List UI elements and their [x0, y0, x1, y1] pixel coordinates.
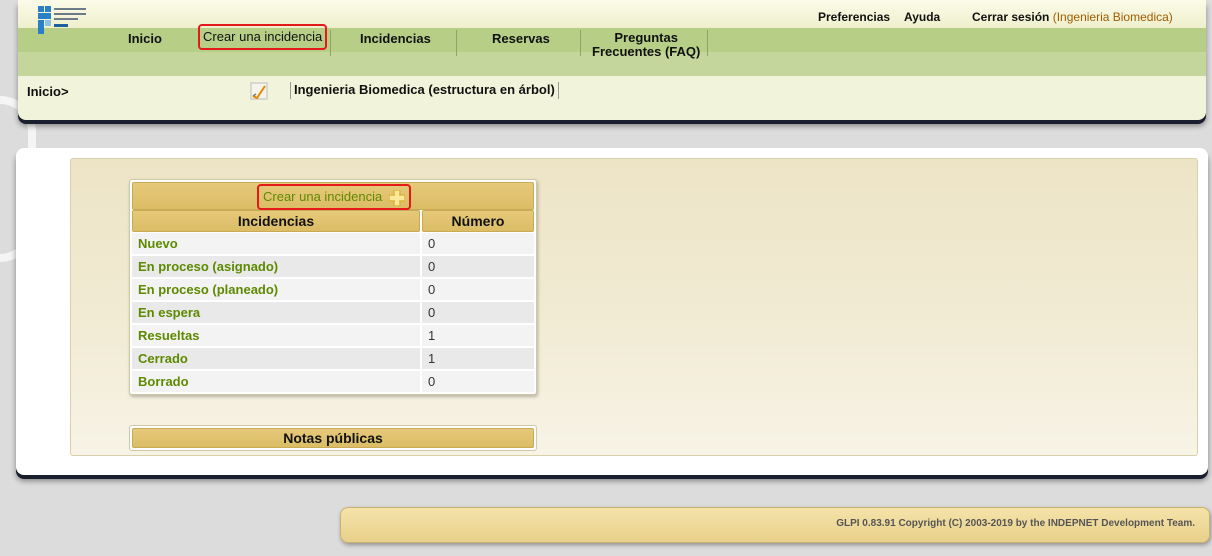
page-footer: GLPI 0.83.91 Copyright (C) 2003-2019 by …	[340, 507, 1210, 543]
table-row[interactable]: En espera 0	[132, 302, 534, 324]
column-header-tickets: Incidencias	[132, 210, 420, 232]
table-row[interactable]: Nuevo 0	[132, 233, 534, 255]
ticket-status-link[interactable]: En espera	[138, 302, 200, 323]
table-row[interactable]: En proceso (asignado) 0	[132, 256, 534, 278]
ticket-status-link[interactable]: Resueltas	[138, 325, 199, 346]
ticket-count: 1	[428, 328, 436, 343]
current-user-label: (Ingenieria Biomedica)	[1052, 10, 1173, 24]
help-link[interactable]: Ayuda	[904, 10, 940, 24]
menu-faq-line2: Frecuentes (FAQ)	[592, 44, 701, 59]
logout-link[interactable]: Cerrar sesión	[972, 10, 1049, 24]
menu-faq-line1: Preguntas	[614, 30, 678, 45]
cell-divider	[420, 302, 422, 323]
tickets-summary-table: Crear una incidencia Incidencias Número …	[129, 179, 537, 395]
column-header-number: Número	[422, 210, 534, 232]
table-row[interactable]: Resueltas 1	[132, 325, 534, 347]
copyright-text: GLPI 0.83.91 Copyright (C) 2003-2019 by …	[836, 518, 1195, 529]
menu-create-ticket-label: Crear una incidencia	[203, 29, 323, 44]
menu-create-ticket[interactable]: Crear una incidencia	[198, 24, 328, 50]
cell-divider	[420, 256, 422, 277]
create-ticket-link[interactable]: Crear una incidencia	[257, 184, 411, 210]
menu-separator	[707, 30, 708, 56]
ticket-status-link[interactable]: En proceso (planeado)	[138, 279, 278, 300]
menu-reservations[interactable]: Reservas	[492, 31, 550, 46]
menu-separator	[580, 30, 581, 56]
table-row[interactable]: En proceso (planeado) 0	[132, 279, 534, 301]
preferences-link[interactable]: Preferencias	[818, 10, 890, 24]
ticket-count: 0	[428, 305, 436, 320]
table-row[interactable]: Cerrado 1	[132, 348, 534, 370]
menu-separator	[330, 30, 331, 56]
ticket-count: 0	[428, 236, 436, 251]
ticket-status-link[interactable]: Borrado	[138, 371, 189, 392]
cell-divider	[420, 348, 422, 369]
page-header: Preferencias Ayuda Cerrar sesión (Ingeni…	[18, 0, 1206, 120]
edit-pencil-icon[interactable]	[250, 82, 268, 100]
public-notes-header: Notas públicas	[132, 428, 534, 448]
ticket-count: 1	[428, 351, 436, 366]
ticket-status-link[interactable]: Cerrado	[138, 348, 188, 369]
ticket-status-link[interactable]: Nuevo	[138, 233, 178, 254]
menu-home[interactable]: Inicio	[128, 31, 162, 46]
menu-tickets[interactable]: Incidencias	[360, 31, 431, 46]
menu-faq[interactable]: Preguntas Frecuentes (FAQ)	[592, 31, 700, 59]
ticket-count: 0	[428, 259, 436, 274]
main-content: Crear una incidencia Incidencias Número …	[16, 148, 1208, 475]
table-row[interactable]: Borrado 0	[132, 371, 534, 393]
ticket-count: 0	[428, 282, 436, 297]
public-notes-box: Notas públicas	[129, 425, 537, 451]
ministry-logo-icon[interactable]	[36, 4, 90, 38]
entity-tree-selector[interactable]: Ingenieria Biomedica (estructura en árbo…	[290, 82, 559, 99]
create-ticket-header: Crear una incidencia	[132, 182, 534, 210]
breadcrumb[interactable]: Inicio>	[27, 84, 69, 99]
cell-divider	[420, 279, 422, 300]
create-ticket-link-label: Crear una incidencia	[263, 189, 383, 204]
home-panel: Crear una incidencia Incidencias Número …	[70, 158, 1198, 456]
logout-area: Cerrar sesión (Ingenieria Biomedica)	[972, 10, 1173, 24]
ticket-count: 0	[428, 374, 436, 389]
cell-divider	[420, 325, 422, 346]
cell-divider	[420, 233, 422, 254]
cell-divider	[420, 371, 422, 392]
menu-separator	[456, 30, 457, 56]
ticket-status-link[interactable]: En proceso (asignado)	[138, 256, 278, 277]
add-plus-icon[interactable]	[388, 189, 405, 206]
